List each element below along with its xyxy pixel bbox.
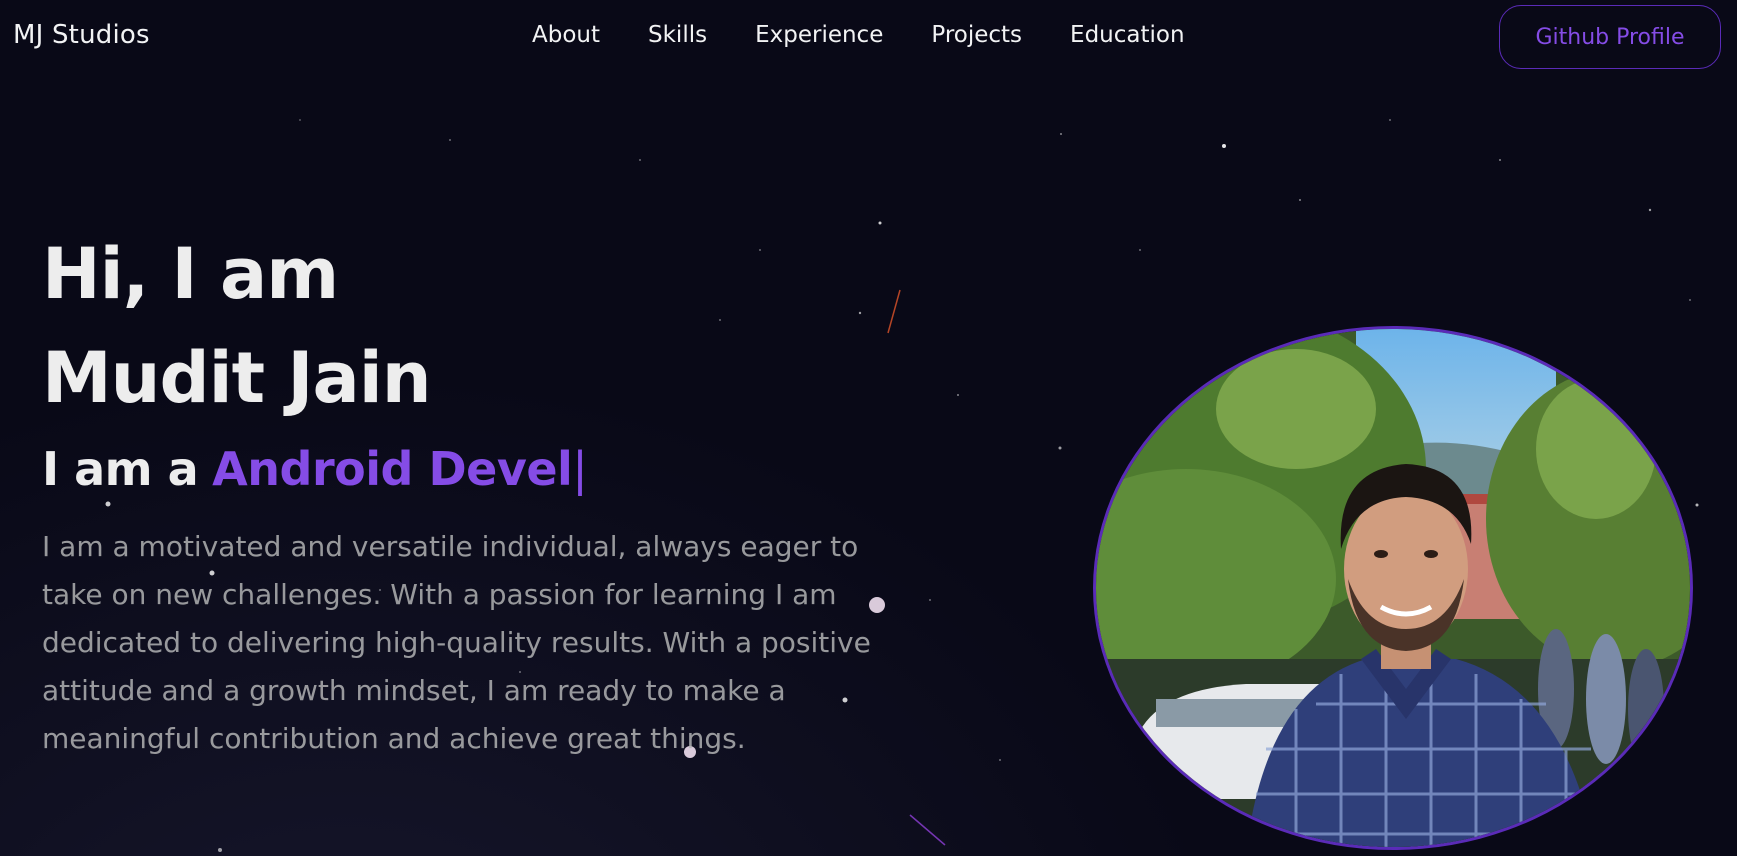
- profile-photo-illustration: [1096, 329, 1690, 847]
- hero-title-name: Mudit Jain: [42, 337, 432, 419]
- hero-title-greeting: Hi, I am: [42, 233, 339, 315]
- typewriter-cursor: |: [572, 442, 588, 496]
- nav-link-experience[interactable]: Experience: [755, 22, 883, 48]
- role-prefix: I am a: [42, 442, 199, 496]
- nav-link-about[interactable]: About: [532, 22, 600, 48]
- nav-links: About Skills Experience Projects Educati…: [532, 22, 1233, 48]
- brand-logo[interactable]: MJ Studios: [13, 20, 150, 50]
- hero-bio: I am a motivated and versatile individua…: [42, 530, 871, 755]
- nav-link-projects[interactable]: Projects: [931, 22, 1022, 48]
- hero-title: Hi, I am Mudit Jain: [42, 222, 432, 430]
- profile-photo: [1093, 326, 1693, 850]
- nav-link-education[interactable]: Education: [1070, 22, 1185, 48]
- navbar: MJ Studios About Skills Experience Proje…: [0, 0, 1737, 76]
- hero-page: MJ Studios About Skills Experience Proje…: [0, 0, 1737, 856]
- nav-link-skills[interactable]: Skills: [648, 22, 707, 48]
- role-line: I am a Android Devel|: [42, 442, 588, 496]
- role-typewriter-text: Android Devel: [212, 442, 573, 496]
- github-profile-button[interactable]: Github Profile: [1499, 5, 1721, 69]
